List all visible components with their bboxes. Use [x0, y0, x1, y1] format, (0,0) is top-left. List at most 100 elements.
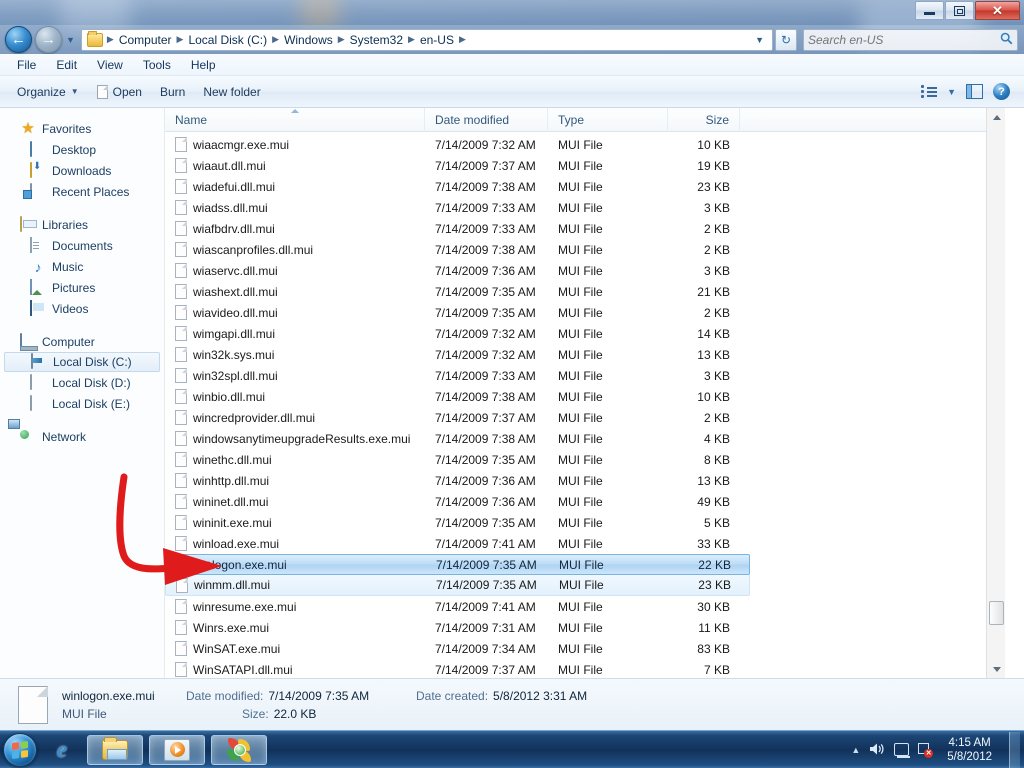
recent-locations-caret-icon[interactable]: ▼: [66, 35, 75, 45]
action-center-icon[interactable]: ✕: [918, 742, 934, 758]
show-desktop-button[interactable]: [1009, 731, 1020, 768]
table-row[interactable]: wiavideo.dll.mui 7/14/2009 7:35 AM MUI Fil…: [165, 302, 1005, 323]
table-row[interactable]: wincredprovider.dll.mui 7/14/2009 7:37 AM…: [165, 407, 1005, 428]
table-row[interactable]: winethc.dll.mui 7/14/2009 7:35 AM MUI File…: [165, 449, 1005, 470]
taskbar-item-chrome-browser[interactable]: [211, 734, 267, 765]
show-hidden-icons-icon[interactable]: ▲: [851, 745, 860, 755]
breadcrumb-item-local-disk-c[interactable]: Local Disk (C:): [185, 33, 270, 47]
table-row[interactable]: winhttp.dll.mui 7/14/2009 7:36 AM MUI File…: [165, 470, 1005, 491]
open-button[interactable]: Open: [88, 82, 151, 102]
column-header-date-modified[interactable]: Date modified: [425, 108, 548, 132]
file-icon: [175, 137, 187, 152]
menu-item-tools[interactable]: Tools: [134, 56, 180, 74]
table-row[interactable]: win32k.sys.mui 7/14/2009 7:32 AM MUI File 1…: [165, 344, 1005, 365]
details-file-name: winlogon.exe.mui: [62, 688, 155, 703]
column-header-name[interactable]: Name: [165, 108, 425, 132]
sidebar-item-pictures[interactable]: Pictures: [0, 277, 164, 298]
details-date-modified-label: Date modified:: [186, 688, 264, 703]
network-tray-icon[interactable]: [894, 743, 911, 758]
videos-icon: [30, 299, 46, 317]
sidebar-item-local-disk-e[interactable]: Local Disk (E:): [0, 393, 164, 414]
sidebar-item-computer[interactable]: Computer: [0, 331, 164, 352]
table-row[interactable]: winbio.dll.mui 7/14/2009 7:38 AM MUI File 1…: [165, 386, 1005, 407]
table-row[interactable]: winresume.exe.mui 7/14/2009 7:41 AM MUI Fi…: [165, 596, 1005, 617]
volume-icon[interactable]: [869, 742, 885, 758]
table-row[interactable]: wiashext.dll.mui 7/14/2009 7:35 AM MUI Fil…: [165, 281, 1005, 302]
sidebar-item-network[interactable]: Network: [0, 426, 164, 447]
taskbar-item-internet-explorer[interactable]: e: [43, 735, 81, 765]
sidebar-item-recent-places[interactable]: Recent Places: [0, 181, 164, 202]
refresh-button[interactable]: ↻: [775, 28, 797, 51]
search-input[interactable]: [808, 32, 1000, 47]
file-icon: [175, 284, 187, 299]
show-preview-pane-button[interactable]: [966, 84, 983, 99]
file-name-label: winmm.dll.mui: [194, 578, 271, 592]
sidebar-item-downloads[interactable]: Downloads: [0, 160, 164, 181]
table-row[interactable]: wiadefui.dll.mui 7/14/2009 7:38 AM MUI Fil…: [165, 176, 1005, 197]
back-arrow-icon: ←: [11, 31, 26, 48]
taskbar-item-windows-media-player[interactable]: [149, 734, 205, 765]
table-row[interactable]: wiaservc.dll.mui 7/14/2009 7:36 AM MUI Fil…: [165, 260, 1005, 281]
table-row[interactable]: WinSATAPI.dll.mui 7/14/2009 7:37 AM MUI Fi…: [165, 659, 1005, 678]
menu-item-help[interactable]: Help: [182, 56, 225, 74]
table-row[interactable]: windowsanytimeupgradeResults.exe.mui 7/14…: [165, 428, 1005, 449]
scrollbar-thumb[interactable]: [989, 601, 1004, 625]
table-row[interactable]: Winrs.exe.mui 7/14/2009 7:31 AM MUI File 11…: [165, 617, 1005, 638]
sidebar-item-local-disk-c[interactable]: Local Disk (C:): [4, 352, 160, 372]
menu-item-file[interactable]: File: [8, 56, 45, 74]
file-list[interactable]: Name Date modified Type Size wiaacmgr.ex…: [165, 108, 1005, 678]
sidebar-item-desktop[interactable]: Desktop: [0, 139, 164, 160]
address-dropdown-icon[interactable]: ▼: [749, 35, 770, 45]
table-row[interactable]: winload.exe.mui 7/14/2009 7:41 AM MUI File…: [165, 533, 1005, 554]
sidebar-item-favorites[interactable]: ★ Favorites: [0, 118, 164, 139]
sidebar-item-libraries[interactable]: Libraries: [0, 214, 164, 235]
sidebar-item-local-disk-d[interactable]: Local Disk (D:): [0, 372, 164, 393]
table-row[interactable]: wiafbdrv.dll.mui 7/14/2009 7:33 AM MUI Fil…: [165, 218, 1005, 239]
table-row[interactable]: wiaacmgr.exe.mui 7/14/2009 7:32 AM MUI Fil…: [165, 134, 1005, 155]
column-header-type[interactable]: Type: [548, 108, 668, 132]
change-view-button[interactable]: [921, 85, 938, 98]
cell-name: windowsanytimeupgradeResults.exe.mui: [165, 431, 425, 446]
start-button[interactable]: [3, 732, 37, 767]
table-row[interactable]: wiaaut.dll.mui 7/14/2009 7:37 AM MUI File 1…: [165, 155, 1005, 176]
table-row[interactable]: wiadss.dll.mui 7/14/2009 7:33 AM MUI File 3…: [165, 197, 1005, 218]
help-button[interactable]: ?: [993, 83, 1010, 100]
breadcrumb-item-windows[interactable]: Windows: [281, 33, 336, 47]
scroll-up-button[interactable]: [987, 108, 1005, 126]
column-header-size[interactable]: Size: [668, 108, 740, 132]
taskbar-item-windows-explorer[interactable]: [87, 734, 143, 765]
breadcrumb-item-en-us[interactable]: en-US: [417, 33, 457, 47]
scroll-down-button[interactable]: [987, 660, 1005, 678]
breadcrumb-item-computer[interactable]: Computer: [116, 33, 175, 47]
sidebar-item-videos[interactable]: Videos: [0, 298, 164, 319]
view-chevron-down-icon[interactable]: ▼: [947, 87, 956, 97]
clock[interactable]: 4:15 AM 5/8/2012: [941, 736, 998, 764]
close-button[interactable]: ✕: [975, 1, 1020, 20]
table-row[interactable]: winlogon.exe.mui 7/14/2009 7:35 AM MUI Fil…: [165, 554, 750, 575]
table-row[interactable]: wimgapi.dll.mui 7/14/2009 7:32 AM MUI File…: [165, 323, 1005, 344]
breadcrumb[interactable]: ▶ Computer ▶ Local Disk (C:) ▶ Windows ▶…: [80, 28, 773, 51]
table-row[interactable]: WinSAT.exe.mui 7/14/2009 7:34 AM MUI File 8…: [165, 638, 1005, 659]
table-row[interactable]: wiascanprofiles.dll.mui 7/14/2009 7:38 AM…: [165, 239, 1005, 260]
table-row[interactable]: wininit.exe.mui 7/14/2009 7:35 AM MUI File…: [165, 512, 1005, 533]
minimize-button[interactable]: [915, 1, 944, 20]
table-row[interactable]: winmm.dll.mui 7/14/2009 7:35 AM MUI File 23…: [165, 575, 750, 596]
breadcrumb-item-system32[interactable]: System32: [347, 33, 406, 47]
title-bar[interactable]: ✕: [0, 0, 1024, 25]
menu-item-edit[interactable]: Edit: [47, 56, 86, 74]
search-box[interactable]: [803, 28, 1018, 51]
restore-button[interactable]: [945, 1, 974, 20]
sidebar-item-documents[interactable]: Documents: [0, 235, 164, 256]
table-row[interactable]: win32spl.dll.mui 7/14/2009 7:33 AM MUI Fil…: [165, 365, 1005, 386]
organize-button[interactable]: Organize ▼: [8, 82, 88, 102]
details-date-created: Date created: 5/8/2012 3:31 AM: [416, 689, 587, 703]
forward-button[interactable]: →: [35, 26, 62, 53]
vertical-scrollbar[interactable]: [986, 108, 1005, 678]
menu-item-view[interactable]: View: [88, 56, 132, 74]
table-row[interactable]: wininet.dll.mui 7/14/2009 7:36 AM MUI File…: [165, 491, 1005, 512]
burn-button[interactable]: Burn: [151, 82, 194, 102]
back-button[interactable]: ←: [5, 26, 32, 53]
navigation-pane[interactable]: ★ Favorites Desktop Downloads Recent Pla…: [0, 108, 165, 678]
sidebar-item-music[interactable]: ♪ Music: [0, 256, 164, 277]
new-folder-button[interactable]: New folder: [194, 82, 269, 102]
